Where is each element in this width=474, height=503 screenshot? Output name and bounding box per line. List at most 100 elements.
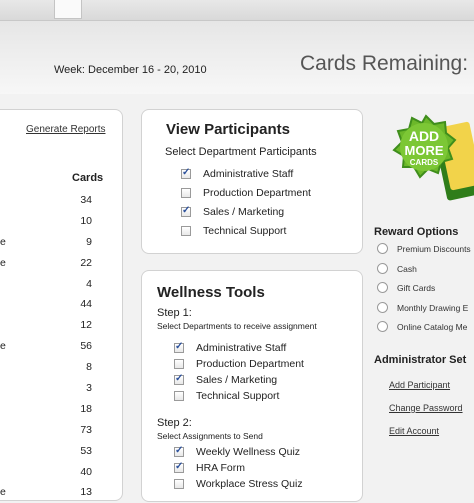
cards-cell: 9 [86,235,92,248]
browser-top-bar [0,0,474,21]
checkbox-checked-icon[interactable] [174,373,184,385]
edge-cell [0,274,12,295]
cards-cell: 73 [80,423,92,436]
cards-cell: 13 [80,486,92,499]
browser-tab[interactable] [54,0,82,19]
edge-cell [0,357,12,378]
cards-cell: 12 [80,319,92,332]
wt-assign-label: HRA Form [196,462,246,474]
reward-option-online-catalog[interactable]: Online Catalog Me [377,321,467,332]
reward-option-premium[interactable]: Premium Discounts [377,243,471,254]
edit-account-link[interactable]: Edit Account [389,426,439,436]
vp-option-administrative[interactable]: Administrative Staff [181,167,294,180]
cut-off-column: e e e e [0,190,12,503]
add-more-cards-button[interactable]: ADD MORE CARDS [382,110,474,210]
cards-column: 34 10 9 22 4 44 12 56 8 3 18 73 53 40 13 [60,190,92,503]
wt-dept-label: Technical Support [196,390,280,402]
edge-cell: e [0,486,6,499]
vp-option-label: Technical Support [203,225,287,237]
wt-dept-label: Production Department [196,358,304,370]
edge-cell [0,462,12,483]
step2-description: Select Assignments to Send [157,431,263,441]
badge-line2: MORE [405,143,444,158]
reward-option-label: Monthly Drawing E [397,302,469,313]
cards-cell: 22 [80,256,92,269]
cards-cell: 40 [80,465,92,478]
reward-option-cash[interactable]: Cash [377,263,417,274]
vp-option-production[interactable]: Production Department [181,187,311,199]
edge-cell: e [0,340,6,353]
add-participant-link[interactable]: Add Participant [389,380,450,390]
reward-option-label: Online Catalog Me [397,321,468,332]
cards-column-header: Cards [72,172,104,184]
edge-cell: e [0,256,6,269]
wt-assign-label: Workplace Stress Quiz [196,478,303,490]
cards-cell: 34 [80,194,92,206]
step2-label: Step 2: [157,417,192,429]
cards-remaining: Cards Remaining: 2 [300,52,474,75]
cards-cell: 8 [86,361,92,374]
wt-assign-stress-quiz[interactable]: Workplace Stress Quiz [174,478,303,490]
view-participants-title: View Participants [166,121,290,138]
wt-assign-label: Weekly Wellness Quiz [196,446,301,458]
wt-assign-weekly-quiz[interactable]: Weekly Wellness Quiz [174,445,301,458]
wt-dept-sales[interactable]: Sales / Marketing [174,373,278,386]
edge-cell [0,420,12,441]
checkbox-checked-icon[interactable] [174,461,184,473]
view-participants-subtitle: Select Department Participants [165,146,317,158]
wt-dept-technical[interactable]: Technical Support [174,390,279,402]
wt-dept-label: Sales / Marketing [196,374,278,386]
vp-option-label: Sales / Marketing [203,206,285,218]
vp-option-technical[interactable]: Technical Support [181,225,286,237]
cards-cell: 10 [80,214,92,227]
admin-settings-title: Administrator Set [374,354,467,366]
checkbox-unchecked-icon[interactable] [174,479,184,489]
generate-reports-link[interactable]: Generate Reports [26,124,106,135]
step1-description: Select Departments to receive assignment [157,321,317,331]
cards-cell: 56 [80,340,92,353]
cards-cell: 53 [80,444,92,457]
edge-cell [0,294,12,315]
edge-cell [0,315,12,336]
checkbox-checked-icon[interactable] [181,205,191,217]
wellness-tools-title: Wellness Tools [157,284,265,301]
vp-option-sales[interactable]: Sales / Marketing [181,205,285,218]
checkbox-unchecked-icon[interactable] [174,359,184,369]
checkbox-checked-icon[interactable] [174,445,184,457]
checkbox-unchecked-icon[interactable] [174,391,184,401]
reward-option-monthly-drawing[interactable]: Monthly Drawing E [377,302,468,313]
edge-cell [0,399,12,420]
checkbox-checked-icon[interactable] [181,167,191,179]
wt-assign-hra-form[interactable]: HRA Form [174,461,246,474]
cards-cell: 3 [86,382,92,395]
checkbox-unchecked-icon[interactable] [181,226,191,236]
edge-cell [0,190,12,211]
wt-dept-administrative[interactable]: Administrative Staff [174,341,286,354]
reward-option-label: Premium Discounts [397,243,471,254]
wt-dept-production[interactable]: Production Department [174,358,304,370]
radio-icon[interactable] [377,282,388,293]
edge-cell: e [0,235,6,248]
cards-cell: 4 [86,277,92,290]
radio-icon[interactable] [377,302,388,313]
reward-option-label: Cash [397,263,417,274]
step1-label: Step 1: [157,307,192,319]
add-more-cards-icon: ADD MORE CARDS [392,114,474,201]
vp-option-label: Production Department [203,187,311,199]
checkbox-checked-icon[interactable] [174,341,184,353]
radio-icon[interactable] [377,263,388,274]
radio-icon[interactable] [377,243,388,254]
edge-cell [0,441,12,462]
reward-option-gift-cards[interactable]: Gift Cards [377,282,435,293]
vp-option-label: Administrative Staff [203,168,294,180]
edge-cell [0,378,12,399]
reward-option-label: Gift Cards [397,282,436,293]
week-label: Week: December 16 - 20, 2010 [54,64,207,76]
edge-cell [0,211,12,232]
badge-line1: ADD [409,128,439,144]
checkbox-unchecked-icon[interactable] [181,188,191,198]
cards-cell: 44 [80,298,92,311]
radio-icon[interactable] [377,321,388,332]
change-password-link[interactable]: Change Password [389,403,463,413]
badge-line3: CARDS [410,158,439,167]
